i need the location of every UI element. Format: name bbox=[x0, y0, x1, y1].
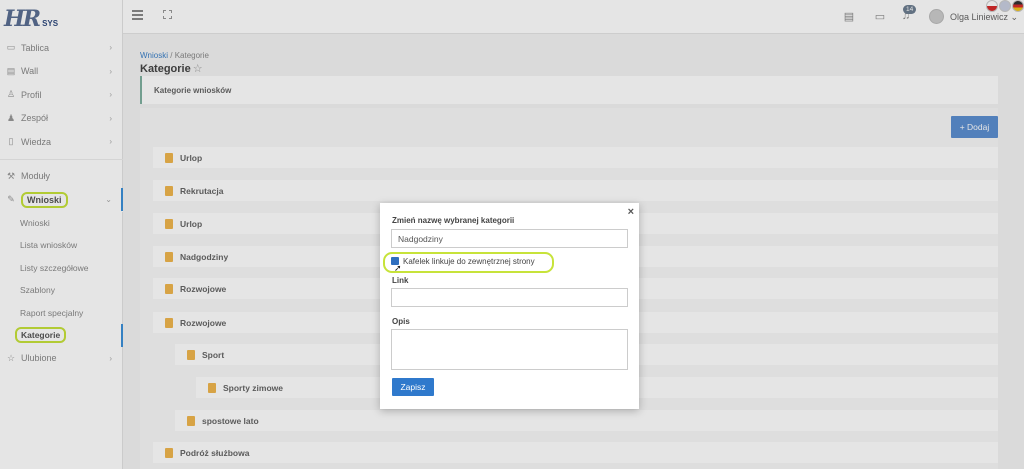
save-button[interactable]: Zapisz bbox=[392, 378, 434, 396]
rename-label: Zmień nazwę wybranej kategorii bbox=[392, 216, 515, 225]
category-name-input[interactable] bbox=[391, 229, 628, 248]
close-icon[interactable]: × bbox=[628, 206, 634, 218]
link-input[interactable] bbox=[391, 288, 628, 307]
external-link-checkbox-label[interactable]: Kafelek linkuje do zewnętrznej strony bbox=[403, 257, 535, 266]
edit-category-modal: × Zmień nazwę wybranej kategorii Kafelek… bbox=[380, 203, 639, 409]
opis-label: Opis bbox=[392, 317, 410, 326]
opis-textarea[interactable] bbox=[391, 329, 628, 370]
link-label: Link bbox=[392, 276, 409, 285]
cursor-icon: ➚ bbox=[394, 263, 402, 273]
